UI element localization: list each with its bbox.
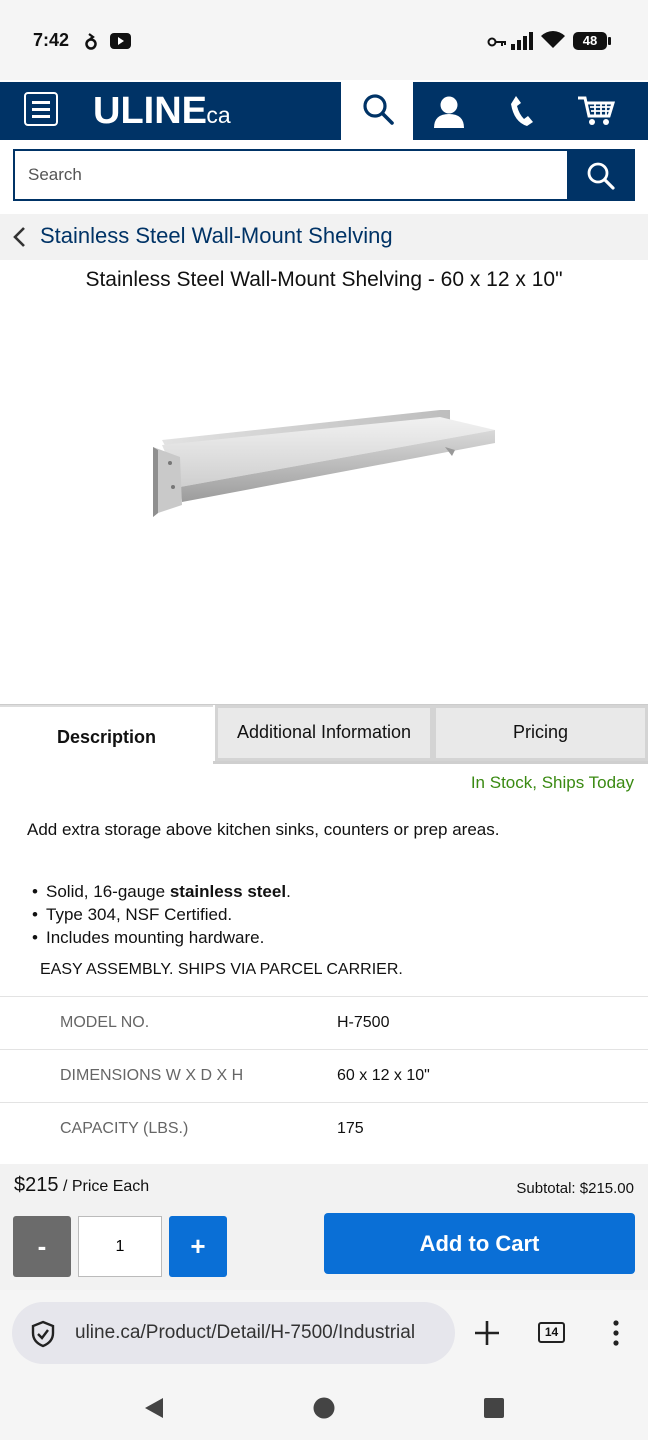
quantity-increase-button[interactable]: + xyxy=(169,1216,227,1277)
tab-pricing[interactable]: Pricing xyxy=(433,705,648,761)
chevron-left-icon xyxy=(12,225,26,254)
price: $215 / Price Each xyxy=(14,1174,150,1196)
search-bar xyxy=(13,149,635,201)
table-row: DIMENSIONS W X D X H 60 x 12 x 10" xyxy=(0,1049,648,1103)
breadcrumb-label[interactable]: Stainless Steel Wall-Mount Shelving xyxy=(40,223,393,249)
table-row: CAPACITY (LBS.) 175 xyxy=(0,1102,648,1156)
status-bar: 7:42 48 xyxy=(0,0,648,80)
url-text[interactable]: uline.ca/Product/Detail/H-7500/Industria… xyxy=(75,1322,443,1344)
spec-value: H-7500 xyxy=(337,996,648,1050)
search-input[interactable] xyxy=(13,149,569,201)
wifi-icon xyxy=(541,31,565,54)
system-nav-bar xyxy=(0,1375,648,1440)
site-header: ULINE .ca xyxy=(0,82,648,140)
stainless-steel-shelf-image[interactable] xyxy=(140,395,510,530)
spec-label: DIMENSIONS W X D X H xyxy=(0,1049,337,1103)
search-icon xyxy=(361,92,395,131)
cart-icon[interactable] xyxy=(576,94,616,133)
feature-item: Type 304, NSF Certified. xyxy=(32,903,291,926)
address-bar[interactable]: uline.ca/Product/Detail/H-7500/Industria… xyxy=(12,1302,455,1364)
product-tabs: Description Additional Information Prici… xyxy=(0,704,648,764)
home-icon[interactable] xyxy=(313,1397,335,1424)
battery-icon: 48 xyxy=(573,32,611,50)
notification-icon xyxy=(84,32,98,55)
logo-suffix: .ca xyxy=(200,102,231,128)
key-icon xyxy=(487,35,507,53)
account-icon[interactable] xyxy=(432,94,466,133)
spec-table: MODEL NO. H-7500 DIMENSIONS W X D X H 60… xyxy=(0,996,648,1156)
feature-item: Includes mounting hardware. xyxy=(32,926,291,949)
tabs-icon[interactable]: 14 xyxy=(538,1322,565,1343)
status-time: 7:42 xyxy=(33,30,70,50)
breadcrumb[interactable]: Stainless Steel Wall-Mount Shelving xyxy=(0,214,648,260)
header-search-button[interactable] xyxy=(341,82,413,140)
description-intro: Add extra storage above kitchen sinks, c… xyxy=(27,820,500,839)
shield-icon[interactable] xyxy=(30,1320,56,1353)
search-button[interactable] xyxy=(567,149,635,201)
subtotal: Subtotal: $215.00 xyxy=(516,1180,634,1197)
recents-icon[interactable] xyxy=(484,1398,504,1423)
uline-logo[interactable]: ULINE xyxy=(93,90,207,133)
new-tab-icon[interactable] xyxy=(474,1320,500,1351)
tab-divider xyxy=(213,761,648,764)
more-icon[interactable] xyxy=(613,1320,619,1351)
tab-description[interactable]: Description xyxy=(0,705,213,761)
feature-list: Solid, 16-gauge stainless steel. Type 30… xyxy=(32,880,291,949)
stock-status: In Stock, Ships Today xyxy=(470,773,634,792)
phone-icon[interactable] xyxy=(508,94,534,133)
add-to-cart-button[interactable]: Add to Cart xyxy=(324,1213,635,1274)
tab-additional-information[interactable]: Additional Information xyxy=(215,705,433,761)
menu-icon[interactable] xyxy=(24,92,58,126)
product-title: Stainless Steel Wall-Mount Shelving - 60… xyxy=(85,268,563,291)
spec-value: 60 x 12 x 10" xyxy=(337,1049,648,1103)
back-icon[interactable] xyxy=(143,1397,165,1424)
spec-label: MODEL NO. xyxy=(0,996,337,1050)
search-icon xyxy=(586,161,616,196)
signal-icon xyxy=(511,32,535,55)
feature-item: Solid, 16-gauge stainless steel. xyxy=(32,880,291,903)
table-row: MODEL NO. H-7500 xyxy=(0,996,648,1050)
assembly-note: EASY ASSEMBLY. SHIPS VIA PARCEL CARRIER. xyxy=(40,961,403,978)
spec-value: 175 xyxy=(337,1102,648,1156)
quantity-input[interactable] xyxy=(78,1216,162,1277)
spec-label: CAPACITY (LBS.) xyxy=(0,1102,337,1156)
quantity-decrease-button[interactable]: - xyxy=(13,1216,71,1277)
purchase-bar: $215 / Price Each Subtotal: $215.00 - + … xyxy=(0,1164,648,1290)
youtube-icon xyxy=(110,33,131,54)
